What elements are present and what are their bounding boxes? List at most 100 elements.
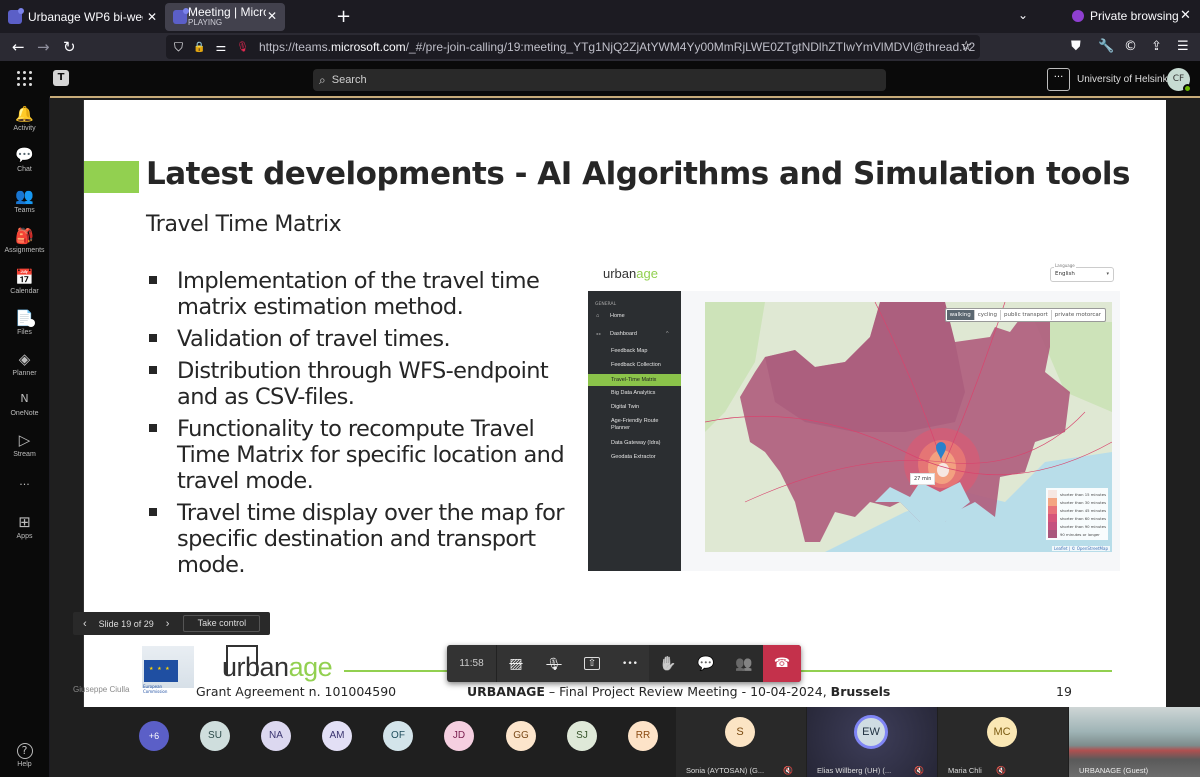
more-icon: •••: [622, 658, 638, 669]
browser-tab-meeting[interactable]: Meeting | Microsoft Teams PLAYING ✕: [165, 3, 285, 31]
participants-button[interactable]: 👥: [725, 645, 763, 682]
user-avatar[interactable]: CF: [1167, 68, 1192, 93]
legend-row: shorter than 45 minutes: [1048, 506, 1106, 514]
take-control-button[interactable]: Take control: [183, 615, 261, 632]
bullet-square-icon: [149, 276, 157, 284]
slide-navigation: ‹ Slide 19 of 29 › Take control: [73, 612, 270, 635]
participant-avatar[interactable]: SJ: [567, 721, 597, 751]
back-button[interactable]: ←: [12, 38, 25, 56]
forward-button[interactable]: →: [37, 38, 50, 56]
window-close-button[interactable]: ✕: [1180, 8, 1191, 23]
room-video-tile[interactable]: URBANAGE (Guest): [1069, 707, 1200, 777]
tab-title: Meeting | Microsoft Teams: [188, 5, 266, 19]
more-participants-button[interactable]: +6: [139, 721, 169, 751]
title-accent-bar: [84, 161, 139, 193]
browser-tab-urbanage[interactable]: Urbanage WP6 bi-weekly ✕: [0, 3, 165, 31]
bullet-item: Functionality to recompute Travel Time M…: [146, 416, 566, 494]
organization-name[interactable]: University of Helsinki: [1077, 74, 1170, 85]
bullet-square-icon: [149, 334, 157, 342]
mic-muted-button[interactable]: 🎙: [535, 645, 573, 682]
rail-item-apps[interactable]: ⊞ Apps: [0, 513, 49, 540]
european-commission-label: European Commission: [143, 684, 168, 694]
slide-title: Latest developments - AI Algorithms and …: [146, 156, 1130, 192]
travel-time-map: walking cycling public transport private…: [705, 302, 1112, 552]
rail-item-onenote[interactable]: N OneNote: [0, 390, 49, 417]
mode-cycling: cycling: [975, 310, 1002, 320]
backpack-icon: 🎒: [15, 227, 34, 245]
apps-grid-icon: ⊞: [18, 513, 31, 531]
participant-strip: +6 SU NA AM OF JD GG SJ RR S Sonia (AYTO…: [50, 707, 1200, 777]
participant-avatar[interactable]: RR: [628, 721, 658, 751]
app-launcher-icon[interactable]: [17, 71, 33, 87]
extensions-icon[interactable]: ⇪: [1151, 39, 1162, 54]
legend-row: shorter than 15 minutes: [1048, 490, 1106, 498]
raise-hand-button[interactable]: ✋: [649, 645, 687, 682]
rail-item-assignments[interactable]: 🎒 Assignments: [0, 227, 49, 254]
search-input[interactable]: ⌕ Search: [313, 69, 886, 91]
bullet-item: Validation of travel times.: [146, 326, 566, 352]
permissions-icon[interactable]: ⚌: [215, 40, 226, 54]
participant-tile-avatar: EW: [854, 715, 888, 749]
bullet-square-icon: [149, 508, 157, 516]
account-icon[interactable]: ©: [1124, 39, 1137, 54]
pocket-icon[interactable]: ⛊: [1071, 39, 1081, 54]
lock-icon[interactable]: 🔒: [193, 42, 205, 53]
close-tab-icon[interactable]: ✕: [267, 9, 277, 23]
participant-tile[interactable]: MC Maria Chli 🔇: [938, 707, 1068, 777]
bullet-item: Implementation of the travel time matrix…: [146, 268, 566, 320]
rail-item-more[interactable]: ···: [0, 476, 49, 494]
previous-slide-button[interactable]: ‹: [83, 618, 87, 630]
share-screen-button[interactable]: ⇧: [573, 645, 611, 682]
chat-icon: 💬: [15, 146, 34, 164]
participant-avatar[interactable]: AM: [322, 721, 352, 751]
menu-icon[interactable]: ☰: [1177, 39, 1189, 54]
url-text[interactable]: https://teams.microsoft.com/_#/pre-join-…: [259, 40, 975, 54]
close-tab-icon[interactable]: ✕: [147, 10, 157, 24]
wrench-icon[interactable]: 🔧: [1098, 39, 1114, 54]
leave-call-button[interactable]: ☎: [763, 645, 801, 682]
tab-list-chevron-icon[interactable]: ⌄: [1018, 8, 1028, 22]
rail-item-planner[interactable]: ◈ Planner: [0, 350, 49, 377]
rail-item-activity[interactable]: 🔔 Activity: [0, 105, 49, 132]
participant-tile[interactable]: S Sonia (AYTOSAN) (G... 🔇: [676, 707, 806, 777]
rail-item-teams[interactable]: 👥 Teams: [0, 187, 49, 214]
more-actions-button[interactable]: •••: [611, 645, 649, 682]
participant-avatar[interactable]: JD: [444, 721, 474, 751]
reload-button[interactable]: ↻: [63, 38, 76, 56]
browser-tab-bar: Urbanage WP6 bi-weekly ✕ Meeting | Micro…: [0, 0, 1200, 33]
grant-agreement: Grant Agreement n. 101004590: [196, 684, 397, 699]
participant-tile-avatar: MC: [987, 717, 1017, 747]
more-options-button[interactable]: ···: [1047, 68, 1070, 91]
camera-off-button[interactable]: ▨: [497, 645, 535, 682]
teams-app-rail: 🔔 Activity 💬 Chat 👥 Teams 🎒 Assignments …: [0, 97, 49, 777]
rail-item-stream[interactable]: ▷ Stream: [0, 431, 49, 458]
app-nav-dashboard: ⚏ Dashboard ^: [596, 331, 669, 337]
bullet-square-icon: [149, 366, 157, 374]
calendar-icon: 📅: [15, 268, 34, 286]
participant-avatar[interactable]: OF: [383, 721, 413, 751]
next-slide-button[interactable]: ›: [166, 618, 170, 630]
teams-logo-icon: T: [53, 70, 69, 86]
address-bar[interactable]: ⛉ 🔒 ⚌ 🎙 https://teams.microsoft.com/_#/p…: [166, 35, 980, 59]
new-tab-button[interactable]: +: [336, 6, 351, 27]
participant-avatar[interactable]: GG: [506, 721, 536, 751]
app-nav-item: Feedback Map: [611, 348, 648, 354]
app-nav-item: Geodata Extractor: [611, 454, 656, 460]
bullet-list: Implementation of the travel time matrix…: [146, 268, 566, 584]
shield-icon[interactable]: ⛉: [174, 40, 183, 55]
private-browsing-label: Private browsing: [1090, 9, 1179, 23]
microphone-in-use-icon[interactable]: 🎙: [236, 42, 249, 53]
bookmark-star-icon[interactable]: ☆: [960, 39, 972, 54]
participant-tile-speaking[interactable]: EW Elias Willberg (UH) (... 🔇: [807, 707, 937, 777]
participant-avatar[interactable]: SU: [200, 721, 230, 751]
chat-button[interactable]: 💬: [687, 645, 725, 682]
rail-item-calendar[interactable]: 📅 Calendar: [0, 268, 49, 295]
mic-muted-icon: 🔇: [783, 766, 793, 775]
legend-swatch: [1048, 506, 1057, 514]
app-nav-home: ⌂ Home: [596, 313, 625, 319]
rail-item-files[interactable]: 📄 Files: [0, 309, 49, 336]
participant-avatar[interactable]: NA: [261, 721, 291, 751]
rail-item-help[interactable]: ? Help: [0, 743, 49, 768]
rail-item-chat[interactable]: 💬 Chat: [0, 146, 49, 173]
teams-header: T ⌕ Search ··· University of Helsinki CF: [0, 61, 1200, 97]
